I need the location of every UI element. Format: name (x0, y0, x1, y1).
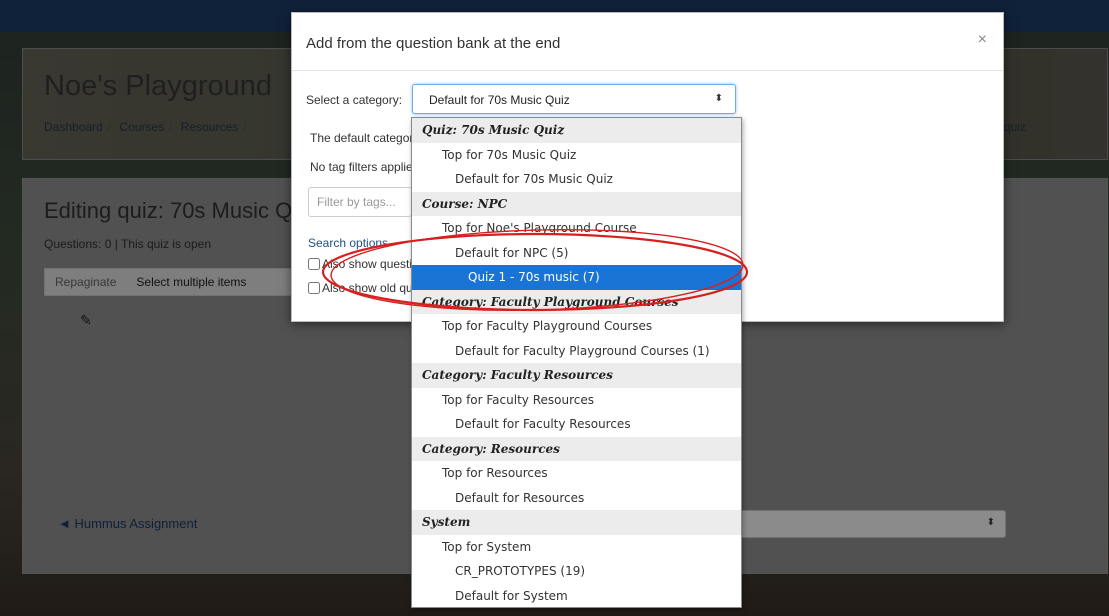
dialog-header: Add from the question bank at the end × (292, 13, 1003, 71)
dropdown-option[interactable]: CR_PROTOTYPES (19) (412, 559, 741, 584)
default-category-text: The default category (310, 131, 420, 145)
dropdown-group-header: Category: Faculty Resources (412, 363, 741, 388)
category-label: Select a category: (306, 93, 403, 107)
no-tag-filters-text: No tag filters applied (310, 160, 420, 174)
dialog-title: Add from the question bank at the end (306, 35, 561, 52)
dropdown-option[interactable]: Top for Faculty Resources (412, 388, 741, 413)
dropdown-option[interactable]: Quiz 1 - 70s music (7) (412, 265, 741, 290)
dropdown-option[interactable]: Top for System (412, 535, 741, 560)
dropdown-option[interactable]: Default for System (412, 584, 741, 608)
dropdown-option[interactable]: Top for Faculty Playground Courses (412, 314, 741, 339)
tag-filter-input[interactable] (308, 187, 412, 217)
dropdown-group-header: System (412, 510, 741, 535)
dropdown-option[interactable]: Default for NPC (5) (412, 241, 741, 266)
category-select-value: Default for 70s Music Quiz (429, 93, 570, 107)
dropdown-option[interactable]: Top for 70s Music Quiz (412, 143, 741, 168)
dropdown-group-header: Category: Faculty Playground Courses (412, 289, 741, 314)
category-select[interactable]: Default for 70s Music Quiz ⬍ (412, 84, 736, 114)
option-checkbox[interactable] (308, 282, 320, 294)
dropdown-option[interactable]: Default for Resources (412, 486, 741, 511)
dropdown-option[interactable]: Top for Resources (412, 461, 741, 486)
chevron-up-down-icon: ⬍ (714, 93, 723, 104)
dropdown-group-header: Quiz: 70s Music Quiz (412, 118, 741, 143)
dropdown-option[interactable]: Top for Noe's Playground Course (412, 216, 741, 241)
dropdown-group-header: Category: Resources (412, 436, 741, 461)
dropdown-group-header: Course: NPC (412, 191, 741, 216)
dropdown-option[interactable]: Default for Faculty Playground Courses (… (412, 339, 741, 364)
option-checkbox[interactable] (308, 258, 320, 270)
dropdown-option[interactable]: Default for Faculty Resources (412, 412, 741, 437)
search-options-link[interactable]: Search options (308, 236, 388, 250)
close-icon[interactable]: × (978, 31, 987, 49)
dropdown-option[interactable]: Default for 70s Music Quiz (412, 167, 741, 192)
category-dropdown-list: Quiz: 70s Music Quiz Top for 70s Music Qu… (411, 117, 742, 608)
